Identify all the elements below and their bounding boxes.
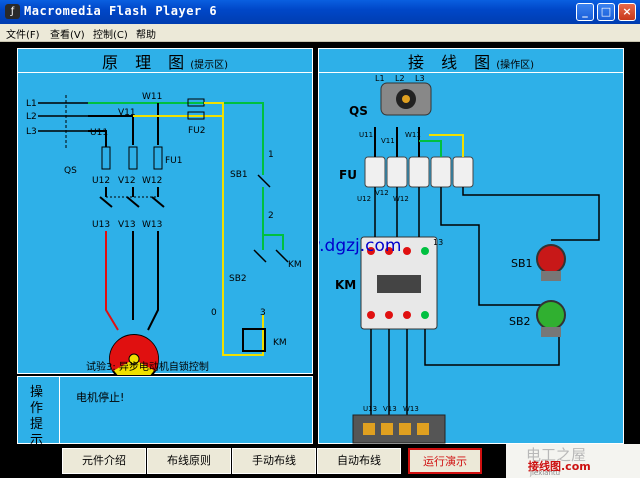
label-u12: U12 — [92, 176, 110, 186]
km-coil — [242, 328, 266, 352]
schematic-diagram: L1 L2 L3 QS U11 V11 W11 FU2 FU1 U12 V12 … — [26, 92, 302, 375]
km-aux-contact — [275, 249, 289, 263]
label-w13: W13 — [142, 220, 162, 230]
label-km-coil: KM — [273, 338, 287, 348]
wiring-panel: 接 线 图(操作区) L1 L2 L3 QS U11 V11 W11 FU U1… — [318, 48, 624, 444]
label-u11: U11 — [359, 131, 373, 139]
auto-wiring-button[interactable]: 自动布线 — [317, 448, 401, 474]
label-node-2: 2 — [268, 211, 274, 221]
wire-control-green — [88, 102, 264, 155]
wiring-title: 接 线 图(操作区) — [319, 49, 623, 73]
label-qs-l3: L3 — [415, 75, 425, 83]
fuse-fu1-u — [101, 146, 111, 170]
label-w12: W12 — [142, 176, 162, 186]
label-v11: V11 — [118, 108, 136, 118]
label-sb2: SB2 — [229, 274, 247, 284]
label-u12: U12 — [357, 195, 371, 203]
label-fu2: FU2 — [188, 126, 206, 136]
label-node-3: 3 — [260, 308, 266, 318]
sb2-start-button[interactable] — [536, 300, 566, 330]
minimize-button[interactable]: _ — [576, 3, 594, 21]
schematic-title: 原 理 图(提示区) — [18, 49, 312, 73]
flash-app-icon: ƒ — [5, 4, 20, 19]
label-v11: V11 — [381, 137, 395, 145]
fuse-fu1-w — [153, 146, 163, 170]
schematic-caption: 试验3: 异步电动机自锁控制 — [86, 360, 209, 373]
flash-player-window: ƒ Macromedia Flash Player 6 _ □ × 文件(F) … — [0, 0, 640, 478]
title-bar: ƒ Macromedia Flash Player 6 _ □ × — [0, 0, 640, 24]
label-sb1: SB1 — [230, 170, 248, 180]
label-l3: L3 — [26, 127, 37, 137]
menu-view[interactable]: 查看(V) — [50, 26, 85, 41]
label-qs: QS — [349, 104, 368, 118]
flash-stage: 原 理 图(提示区) L1 L2 L3 QS U11 V11 W11 FU2 F… — [0, 42, 640, 478]
label-sb2: SB2 — [509, 315, 531, 328]
menu-control[interactable]: 控制(C) — [93, 26, 128, 41]
label-v12: V12 — [375, 189, 389, 197]
label-v12: V12 — [118, 176, 136, 186]
hint-label: 操 作 提 示 — [18, 377, 60, 448]
label-w11: W11 — [142, 92, 162, 102]
wire-yellow — [133, 115, 224, 175]
label-km-aux: KM — [288, 260, 302, 270]
label-sb1: SB1 — [511, 257, 533, 270]
label-l1: L1 — [26, 99, 37, 109]
label-u13: U13 — [92, 220, 110, 230]
window-title: Macromedia Flash Player 6 — [24, 4, 218, 18]
label-qs-l2: L2 — [395, 75, 405, 83]
sb1-stop-button[interactable] — [536, 244, 566, 274]
label-fu1: FU1 — [165, 156, 183, 166]
label-fu: FU — [339, 168, 357, 182]
hint-message: 电机停止! — [76, 391, 125, 404]
run-demo-button[interactable]: 运行演示 — [408, 448, 482, 474]
menu-help[interactable]: 帮助 — [136, 26, 156, 41]
manual-wiring-button[interactable]: 手动布线 — [232, 448, 316, 474]
sb2-contact — [253, 249, 267, 263]
menu-bar: 文件(F) 查看(V) 控制(C) 帮助 — [0, 24, 640, 42]
label-v13: V13 — [118, 220, 136, 230]
maximize-button[interactable]: □ — [597, 3, 615, 21]
wiring-rules-button[interactable]: 布线原则 — [147, 448, 231, 474]
fuse-fu1-v — [128, 146, 138, 170]
label-node-1: 1 — [268, 150, 274, 160]
label-qs-l1: L1 — [375, 75, 385, 83]
menu-file[interactable]: 文件(F) — [6, 26, 40, 41]
label-u13: U13 — [363, 405, 377, 413]
label-v13: V13 — [383, 405, 397, 413]
label-km: KM — [335, 278, 356, 292]
label-node-0: 0 — [211, 308, 217, 318]
wire-yellow — [429, 134, 464, 157]
hint-panel: 操 作 提 示 电机停止! — [17, 376, 313, 448]
schematic-panel: 原 理 图(提示区) L1 L2 L3 QS U11 V11 W11 FU2 F… — [17, 48, 313, 375]
watermark-url: www.dgzj.com — [319, 236, 402, 256]
corner-watermark: 电工之屋 接线图.com jiexiantu — [506, 444, 640, 478]
sb1-contact — [257, 174, 271, 188]
wire-motor-w — [147, 231, 159, 331]
button-bar: 元件介绍 布线原则 手动布线 自动布线 运行演示 电工之屋 接线图.com ji… — [0, 444, 640, 478]
component-intro-button[interactable]: 元件介绍 — [62, 448, 146, 474]
wire-motor-u — [105, 231, 119, 331]
label-qs: QS — [64, 166, 77, 176]
close-button[interactable]: × — [618, 3, 636, 21]
wire-green — [419, 140, 442, 157]
label-l2: L2 — [26, 112, 37, 122]
wiring-diagram: L1 L2 L3 QS U11 V11 W11 FU U12 V12 W12 K… — [319, 75, 600, 444]
label-13: 13 — [433, 238, 443, 247]
label-w12: W12 — [393, 195, 409, 203]
label-u11: U11 — [90, 128, 108, 138]
fuse-block — [364, 156, 474, 188]
label-w13: W13 — [403, 405, 419, 413]
